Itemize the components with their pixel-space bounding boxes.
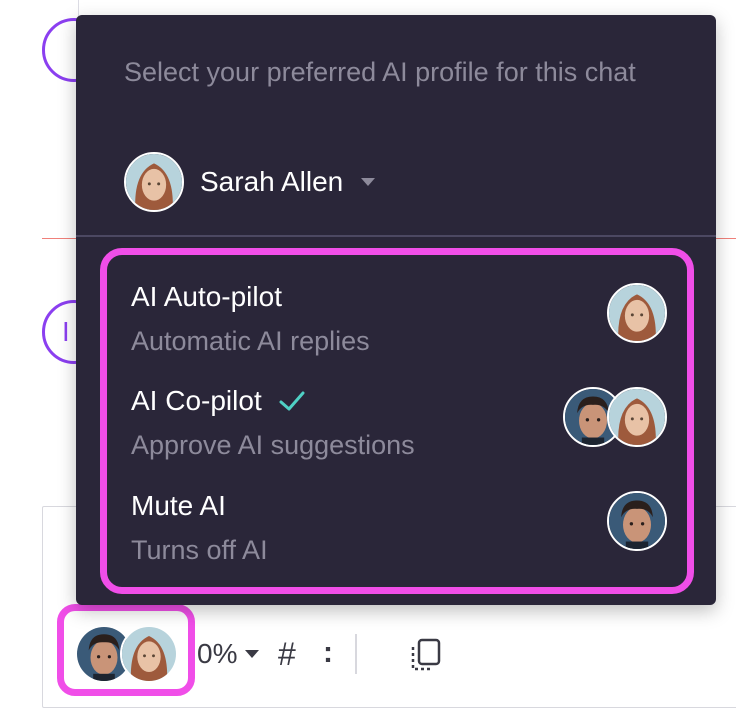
female-avatar-icon [607, 387, 667, 447]
male-avatar-icon [607, 491, 667, 551]
option-ai-auto-pilot[interactable]: AI Auto-pilot Automatic AI replies [131, 279, 671, 379]
profile-avatar [124, 152, 184, 212]
ai-mode-options: AI Auto-pilot Automatic AI replies AI Co… [100, 248, 694, 594]
caret-down-icon [245, 650, 260, 658]
screen: I 0% # : Select your preferred AI profil… [0, 0, 736, 718]
toolbar-divider [355, 634, 357, 674]
option-description: Automatic AI replies [131, 326, 370, 356]
profile-name: Sarah Allen [200, 166, 344, 197]
female-avatar-icon [120, 625, 178, 683]
confidence-dropdown[interactable]: 0% [197, 638, 260, 670]
option-label: Mute AI [131, 490, 226, 521]
more-button[interactable]: : [323, 636, 333, 670]
option-description: Turns off AI [131, 535, 268, 565]
copy-icon[interactable] [409, 637, 443, 673]
contact-avatar-initial: I [62, 318, 70, 348]
option-label: AI Auto-pilot [131, 281, 282, 312]
option-label: AI Co-pilot [131, 385, 262, 416]
profile-selector[interactable]: Sarah Allen [124, 152, 376, 212]
option-mute-ai[interactable]: Mute AI Turns off AI [131, 488, 671, 588]
panel-divider [76, 235, 716, 237]
ai-profile-dropdown: Select your preferred AI profile for thi… [76, 15, 716, 605]
confidence-value: 0% [197, 638, 238, 669]
dropdown-title: Select your preferred AI profile for thi… [124, 57, 636, 87]
female-avatar-icon [607, 283, 667, 343]
hash-button[interactable]: # [278, 636, 296, 673]
check-icon [279, 391, 305, 411]
chevron-down-icon [361, 178, 376, 186]
